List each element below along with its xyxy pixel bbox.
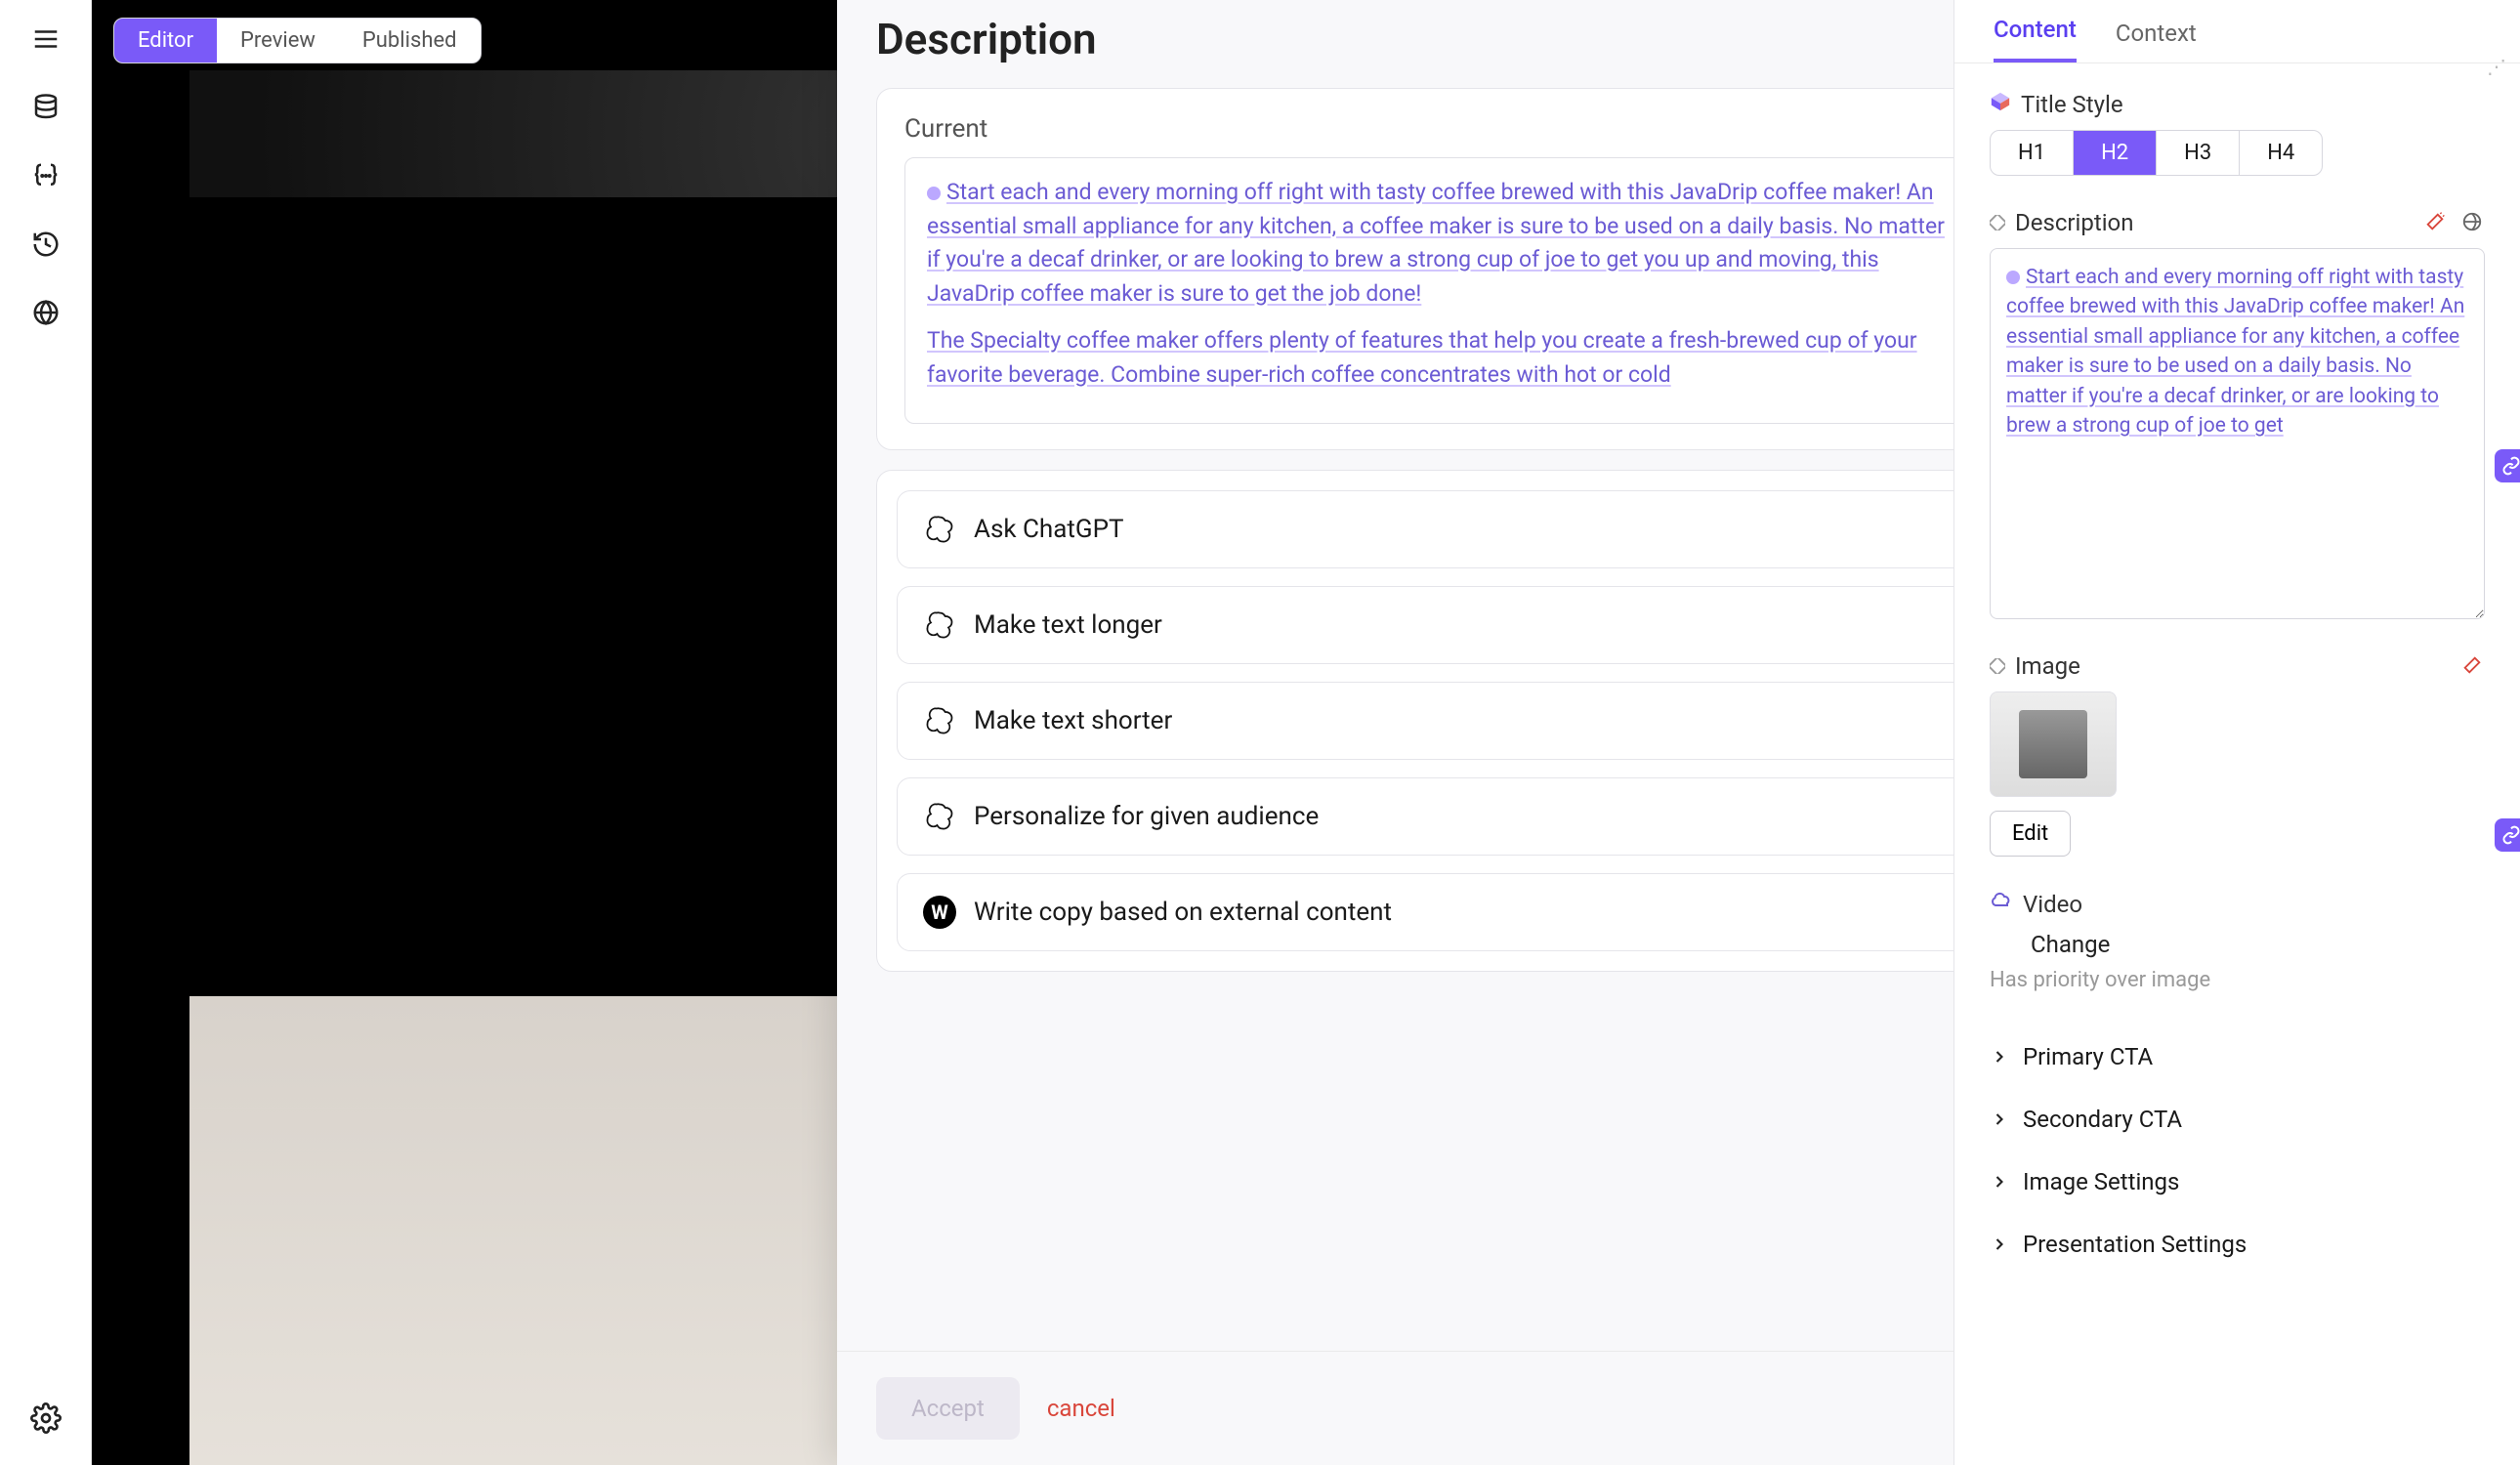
settings-icon[interactable] (28, 1401, 63, 1436)
change-video-button[interactable]: Change (2031, 931, 2110, 958)
modal-footer: Accept cancel (837, 1351, 1953, 1465)
action-make-longer[interactable]: Make text longer (897, 586, 1953, 664)
magic-wand-icon[interactable] (2424, 211, 2448, 234)
braces-icon[interactable] (28, 158, 63, 193)
title-style-label: Title Style (2021, 91, 2123, 118)
image-field: Image Edit (1990, 652, 2485, 857)
left-rail (0, 0, 92, 1465)
chevron-right-icon (1990, 1109, 2009, 1129)
tab-published[interactable]: Published (339, 19, 481, 63)
database-icon[interactable] (28, 90, 63, 125)
edit-image-button[interactable]: Edit (1990, 811, 2071, 857)
link-pill-icon[interactable] (2495, 818, 2520, 852)
accordion-presentation-settings[interactable]: Presentation Settings (1990, 1213, 2485, 1276)
description-modal: Description Current Start each and every… (837, 0, 1953, 1465)
action-label: Personalize for given audience (974, 802, 1319, 831)
chevron-right-icon (1990, 1172, 2009, 1192)
current-text[interactable]: Start each and every morning off right w… (904, 157, 1953, 424)
description-textarea[interactable]: Start each and every morning off right w… (1990, 248, 2485, 619)
heading-h3[interactable]: H3 (2157, 131, 2240, 175)
magic-wand-icon[interactable] (2461, 654, 2485, 678)
video-field: Video Change Has priority over image (1990, 890, 2485, 992)
current-card: Current Start each and every morning off… (876, 88, 1953, 450)
menu-icon[interactable] (28, 21, 63, 57)
description-label: Description (2015, 209, 2134, 236)
chevron-right-icon (1990, 1047, 2009, 1067)
openai-icon (923, 704, 956, 737)
tab-preview[interactable]: Preview (217, 19, 339, 63)
history-icon[interactable] (28, 227, 63, 262)
heading-h1[interactable]: H1 (1991, 131, 2074, 175)
modal-title: Description (876, 14, 1097, 64)
video-label: Video (2023, 891, 2082, 918)
tab-context[interactable]: Context (2116, 4, 2197, 63)
image-label: Image (2015, 652, 2080, 680)
description-field: Description Start each and every morning… (1990, 209, 2485, 619)
action-personalize[interactable]: Personalize for given audience (897, 777, 1953, 856)
globe-icon[interactable] (28, 295, 63, 330)
tab-editor[interactable]: Editor (114, 19, 217, 63)
editor-canvas: Editor Preview Published Description Cur… (92, 0, 1953, 1465)
accept-button[interactable]: Accept (876, 1377, 1020, 1440)
panel-tabs: Content Context (1954, 0, 2520, 63)
chevron-right-icon (1990, 1235, 2009, 1254)
action-label: Make text shorter (974, 706, 1172, 735)
properties-panel: Content Context ⋰ Title Style H1 H2 H3 H… (1953, 0, 2520, 1465)
resize-grip-icon[interactable]: ⋰ (2487, 55, 2506, 78)
openai-icon (923, 800, 956, 833)
heading-h2[interactable]: H2 (2074, 131, 2157, 175)
openai-icon (923, 513, 956, 546)
title-style-field: Title Style H1 H2 H3 H4 (1990, 91, 2485, 176)
accordion-secondary-cta[interactable]: Secondary CTA (1990, 1088, 2485, 1151)
w-icon: W (923, 896, 956, 929)
image-thumbnail[interactable] (1990, 691, 2117, 797)
globe-small-icon[interactable] (2461, 211, 2485, 234)
cancel-button[interactable]: cancel (1047, 1395, 1115, 1422)
action-ask-chatgpt[interactable]: Ask ChatGPT (897, 490, 1953, 568)
accordion-label: Presentation Settings (2023, 1231, 2247, 1258)
cloud-icon (1990, 890, 2013, 919)
diamond-icon (1990, 652, 2005, 680)
action-make-shorter[interactable]: Make text shorter (897, 682, 1953, 760)
action-label: Ask ChatGPT (974, 515, 1124, 544)
tab-content[interactable]: Content (1994, 0, 2077, 63)
video-hint: Has priority over image (1990, 968, 2485, 992)
accordion-primary-cta[interactable]: Primary CTA (1990, 1026, 2485, 1088)
action-label: Write copy based on external content (974, 898, 1392, 927)
diamond-icon (1990, 209, 2005, 236)
link-pill-icon[interactable] (2495, 449, 2520, 482)
accordion-label: Primary CTA (2023, 1043, 2153, 1070)
action-external-copy[interactable]: W Write copy based on external content (897, 873, 1953, 951)
accordion-label: Secondary CTA (2023, 1106, 2182, 1133)
title-style-segmented: H1 H2 H3 H4 (1990, 130, 2323, 176)
actions-card: Ask ChatGPT Make text longer Make text s… (876, 470, 1953, 972)
action-label: Make text longer (974, 610, 1162, 640)
accordion-image-settings[interactable]: Image Settings (1990, 1151, 2485, 1213)
heading-h4[interactable]: H4 (2240, 131, 2322, 175)
cube-icon (1990, 91, 2011, 118)
openai-icon (923, 608, 956, 642)
accordion-label: Image Settings (2023, 1168, 2179, 1195)
view-mode-tabs: Editor Preview Published (113, 18, 482, 63)
current-label: Current (904, 114, 1953, 144)
